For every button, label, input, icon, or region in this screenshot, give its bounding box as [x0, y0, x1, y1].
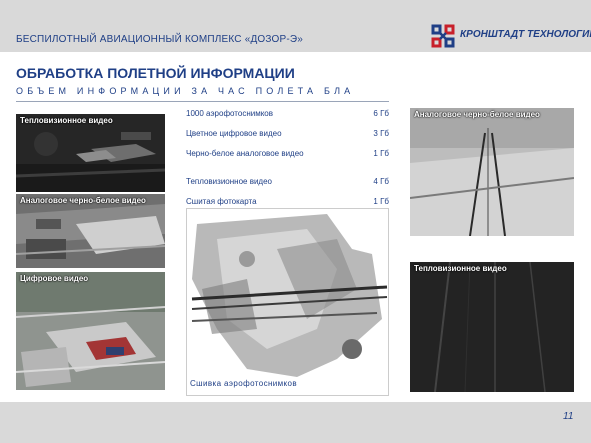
analog-video-right-image — [410, 108, 574, 236]
thermal-video-right-panel: Тепловизионное видео — [410, 262, 574, 392]
complex-title: БЕСПИЛОТНЫЙ АВИАЦИОННЫЙ КОМПЛЕКС «ДОЗОР-… — [16, 34, 304, 45]
analog-video-right-label: Аналоговое черно-белое видео — [414, 110, 540, 119]
stat-row: Черно-белое аналоговое видео 1 Гб — [186, 147, 389, 175]
stat-value: 4 Гб — [373, 177, 389, 186]
analog-video-right-panel: Аналоговое черно-белое видео — [410, 108, 574, 236]
thermal-video-left-label: Тепловизионное видео — [20, 116, 113, 125]
stat-value: 6 Гб — [373, 109, 389, 118]
thermal-video-left-image — [16, 114, 165, 192]
analog-video-left-panel: Аналоговое черно-белое видео — [16, 194, 165, 268]
stat-name: Сшитая фотокарта — [186, 197, 257, 206]
footer-bar — [0, 402, 591, 443]
stitched-photomap-image — [187, 209, 388, 395]
stat-value: 3 Гб — [373, 129, 389, 138]
stat-row: Тепловизионное видео 4 Гб — [186, 175, 389, 195]
stat-value: 1 Гб — [373, 149, 389, 158]
page-number: 11 — [563, 411, 574, 422]
analog-video-left-image — [16, 194, 165, 268]
slide-title: ОБРАБОТКА ПОЛЕТНОЙ ИНФОРМАЦИИ — [16, 65, 295, 81]
stat-row: 1000 аэрофотоснимков 6 Гб — [186, 107, 389, 127]
digital-video-left-panel: Цифровое видео — [16, 272, 165, 390]
stat-name: Цветное цифровое видео — [186, 129, 282, 138]
stat-name: 1000 аэрофотоснимков — [186, 109, 274, 118]
stat-name: Черно-белое аналоговое видео — [186, 149, 304, 158]
thermal-video-right-label: Тепловизионное видео — [414, 264, 507, 273]
photomap-caption: Сшивка аэрофотоснимков — [190, 379, 298, 388]
stat-value: 1 Гб — [373, 197, 389, 206]
logo-text: КРОНШТАДТ ТЕХНОЛОГИИ — [460, 29, 591, 40]
company-logo: КРОНШТАДТ ТЕХНОЛОГИИ — [430, 24, 591, 48]
thermal-video-left-panel: Тепловизионное видео — [16, 114, 165, 192]
kronshtadt-logo-icon — [431, 24, 455, 48]
stitched-photomap-panel — [186, 208, 389, 396]
stat-name: Тепловизионное видео — [186, 177, 272, 186]
stat-row: Сшитая фотокарта 1 Гб — [186, 195, 389, 209]
digital-video-left-label: Цифровое видео — [20, 274, 89, 283]
title-divider — [16, 101, 389, 102]
thermal-video-right-image — [410, 262, 574, 392]
slide-subtitle: ОБЪЕМ ИНФОРМАЦИИ ЗА ЧАС ПОЛЕТА БЛА — [16, 86, 355, 96]
header-bar: БЕСПИЛОТНЫЙ АВИАЦИОННЫЙ КОМПЛЕКС «ДОЗОР-… — [0, 0, 591, 52]
digital-video-left-image — [16, 272, 165, 390]
data-volume-list: 1000 аэрофотоснимков 6 Гб Цветное цифров… — [186, 107, 389, 209]
analog-video-left-label: Аналоговое черно-белое видео — [20, 196, 146, 205]
stat-row: Цветное цифровое видео 3 Гб — [186, 127, 389, 147]
